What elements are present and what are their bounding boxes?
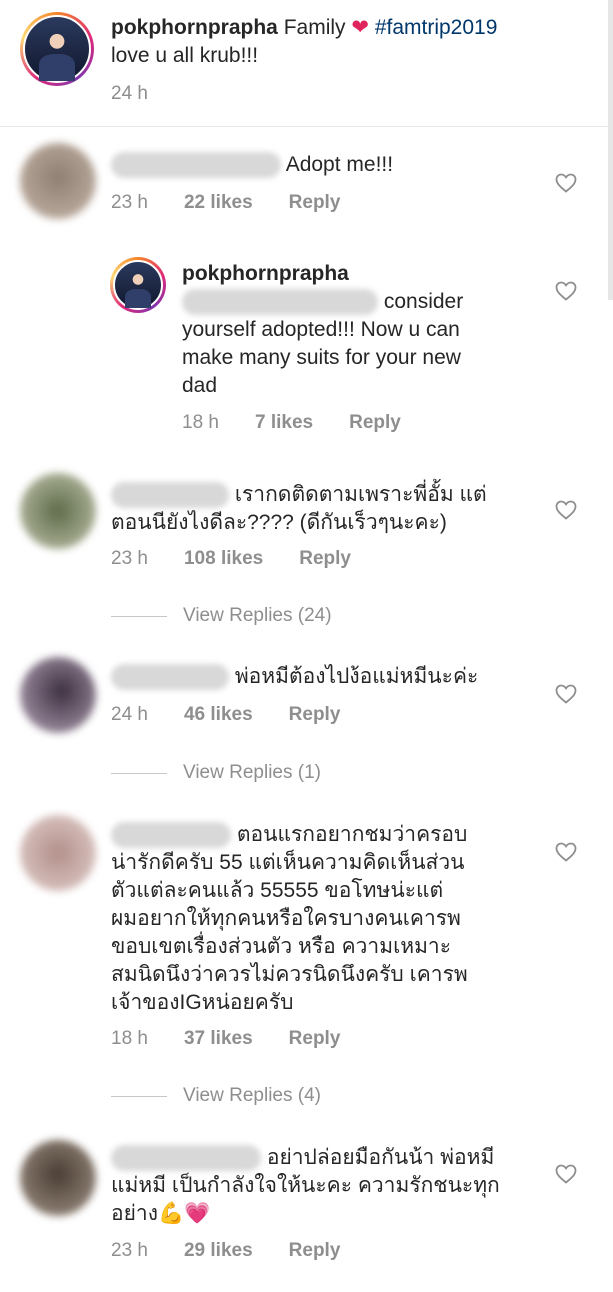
flexed-biceps-heart-emoji-icon: 💪💗 [157,1202,211,1225]
reply-line1: consider [383,290,464,313]
comment-3-line1: เรากดติดตามเพราะพี่อั้ม แต่ [234,483,487,506]
caption-line2: love u all krub!!! [111,44,259,67]
comment-likes[interactable]: 22 likes [184,192,253,213]
comment-5-line5: ขอบเขตเรื่องส่วนตัว หรือ ความเหมาะ [111,935,451,958]
comment-text: Adopt me!!! [111,151,551,179]
comment-5-line4: ผมอยากให้ทุกคนหรือใครบางคนเคารพ [111,907,461,930]
comment-text: เรากดติดตามเพราะพี่อั้ม แต่ ตอนนียังไงดี… [111,481,551,537]
comment-1-text: Adopt me!!! [285,153,394,176]
comment-avatar[interactable] [20,815,96,891]
view-replies-line [111,1095,167,1097]
comment-5-line6: สมนิดนึงว่าควรไม่ควรนิดนึงครับ เคารพ [111,963,468,986]
comment-5-line7: เจ้าของIGหน่อยครับ [111,991,294,1014]
like-heart-icon[interactable] [554,279,578,303]
comment-4-line1: พ่อหมีต้องไปง้อแม่หมีนะค่ะ [234,665,479,688]
caption-author-avatar[interactable] [20,12,94,86]
comment-3-line2: ตอนนียังไงดีละ???? (ดีกันเร็วๆนะคะ) [111,511,447,534]
caption-family: Family [283,16,346,39]
view-replies-button[interactable]: View Replies (4) [111,1085,321,1107]
comment-likes[interactable]: 46 likes [184,704,253,725]
comment-6-line1: อย่าปล่อยมือกันน้า พ่อหมี [266,1146,495,1169]
caption-hashtag[interactable]: #famtrip2019 [375,16,498,39]
caption-text: pokphornprapha Family ❤ #famtrip2019 lov… [111,14,581,70]
comment-meta: 18 h 37 likes Reply [111,1028,340,1050]
comment-avatar[interactable] [20,657,96,733]
comment-avatar[interactable] [20,143,96,219]
view-replies-label[interactable]: View Replies (1) [183,762,321,784]
comment-avatar[interactable] [20,473,96,549]
reply-button[interactable]: Reply [289,1240,341,1261]
scrollbar[interactable] [608,0,613,300]
comment-meta: 18 h 7 likes Reply [182,412,401,434]
reply-button[interactable]: Reply [289,1028,341,1049]
view-replies-line [111,615,167,617]
comment-meta: 23 h 29 likes Reply [111,1240,340,1262]
reply-button[interactable]: Reply [289,192,341,213]
comment-time: 23 h [111,548,148,569]
divider [0,126,613,127]
comment-5-line3: ตัวแต่ละคนแล้ว 55555 ขอโทษน่ะแต่ [111,879,444,902]
comment-time: 24 h [111,704,148,725]
reply-button[interactable]: Reply [299,548,351,569]
redacted-username [111,482,229,509]
comment-meta: 23 h 22 likes Reply [111,192,340,214]
red-heart-emoji-icon: ❤ [351,16,369,39]
view-replies-line [111,772,167,774]
comment-5-line1: ตอนแรกอยากชมว่าครอบ [236,823,468,846]
comment-6-line2: แม่หมี เป็นกำลังใจให้นะคะ ความรักชนะทุก [111,1174,500,1197]
reply-line2: yourself adopted!!! Now u can [182,318,460,341]
view-replies-label[interactable]: View Replies (4) [183,1085,321,1107]
view-replies-button[interactable]: View Replies (24) [111,605,332,627]
comment-meta: 24 h 46 likes Reply [111,704,340,726]
like-heart-icon[interactable] [554,498,578,522]
comment-likes[interactable]: 37 likes [184,1028,253,1049]
comment-text: อย่าปล่อยมือกันน้า พ่อหมี แม่หมี เป็นกำล… [111,1144,551,1228]
caption-username[interactable]: pokphornprapha [111,16,278,39]
redacted-username [111,822,231,849]
redacted-username [111,1145,261,1172]
redacted-username [182,289,378,316]
reply-line4: dad [182,374,218,397]
comment-6-line3: อย่าง [111,1202,158,1225]
comment-likes[interactable]: 7 likes [255,412,313,433]
comment-time: 23 h [111,192,148,213]
comment-text: ตอนแรกอยากชมว่าครอบ น่ารักดีครับ 55 แต่เ… [111,821,551,1017]
caption-time: 24 h [111,83,148,104]
reply-username[interactable]: pokphornprapha [182,262,349,285]
reply-author-avatar[interactable] [110,257,166,313]
like-heart-icon[interactable] [554,171,578,195]
reply-text: pokphornprapha consider yourself adopted… [182,260,542,400]
like-heart-icon[interactable] [554,1162,578,1186]
redacted-username [111,664,229,691]
comment-text: พ่อหมีต้องไปง้อแม่หมีนะค่ะ [111,663,551,691]
comment-avatar[interactable] [20,1140,96,1216]
comment-time: 23 h [111,1240,148,1261]
comment-likes[interactable]: 29 likes [184,1240,253,1261]
comment-likes[interactable]: 108 likes [184,548,263,569]
comment-5-line2: น่ารักดีครับ 55 แต่เห็นความคิดเห็นส่วน [111,851,465,874]
view-replies-label[interactable]: View Replies (24) [183,605,332,627]
reply-line3: make many suits for your new [182,346,461,369]
view-replies-button[interactable]: View Replies (1) [111,762,321,784]
redacted-username [111,152,281,179]
comment-time: 18 h [182,412,219,433]
reply-button[interactable]: Reply [289,704,341,725]
comment-meta: 23 h 108 likes Reply [111,548,351,570]
comment-time: 18 h [111,1028,148,1049]
like-heart-icon[interactable] [554,840,578,864]
reply-button[interactable]: Reply [349,412,401,433]
like-heart-icon[interactable] [554,682,578,706]
